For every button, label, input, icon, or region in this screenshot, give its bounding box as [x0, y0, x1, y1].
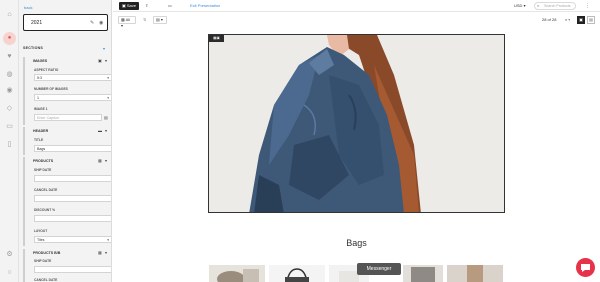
chat-bubble-icon	[581, 264, 590, 272]
chevron-down-icon: ▾	[107, 96, 109, 100]
product-thumbnail[interactable]	[403, 265, 443, 282]
preview-icon[interactable]: ◉	[99, 20, 103, 26]
product-thumbnail[interactable]	[209, 265, 265, 282]
single-view-button[interactable]: ▣	[577, 16, 585, 24]
layout-label: LAYOUT	[34, 229, 48, 233]
ship-date-input[interactable]	[34, 266, 111, 273]
presentation-title-box[interactable]: 2021 ✎ ◉	[23, 14, 108, 31]
tag-icon[interactable]: ◇	[5, 104, 14, 113]
ship-date-label: SHIP DATE	[34, 259, 52, 263]
user-icon[interactable]: ○	[5, 268, 14, 277]
exit-presentation-link[interactable]: Exit Presentation	[187, 2, 223, 10]
number-of-images-label: NUMBER OF IMAGES	[34, 87, 68, 91]
chat-icon[interactable]: ▭	[5, 122, 14, 131]
caption-input[interactable]: Enter Caption	[34, 114, 102, 121]
back-link[interactable]: back	[24, 5, 32, 10]
product-image	[447, 265, 503, 282]
presentation-title: 2021	[31, 20, 43, 26]
eye-icon[interactable]: ◉	[5, 86, 14, 95]
text-icon: ▬	[98, 128, 102, 133]
header-group-header[interactable]: HEADER	[33, 129, 48, 133]
products-group: PRODUCTS ▦ ▾ SHIP DATE CANCEL DATE DISCO…	[23, 157, 111, 246]
more-options-icon[interactable]: ⋮	[585, 2, 590, 10]
pdf-button[interactable]: ▭ PDF	[165, 2, 183, 16]
share-button[interactable]: ⇪ Share	[142, 2, 162, 16]
grid-view-button[interactable]: ▤	[587, 16, 595, 24]
save-button[interactable]: ▣ Save	[119, 2, 139, 10]
zoom-select[interactable]: ⌕ ▾	[565, 16, 570, 24]
product-image	[403, 265, 443, 282]
product-image	[209, 265, 265, 282]
image-icon: ▣	[98, 58, 102, 63]
collapse-icon[interactable]: ▾	[105, 58, 107, 63]
search-icon: ⌕	[537, 3, 540, 8]
home-icon[interactable]: ⌂	[5, 10, 14, 19]
trash-icon[interactable]: ▯	[5, 140, 14, 149]
product-image	[269, 265, 325, 282]
sort-icon[interactable]: ⇅	[143, 16, 146, 24]
products-bb-group-header[interactable]: PRODUCTS B/B	[33, 251, 60, 255]
search-placeholder: Search Products	[544, 4, 571, 8]
secondary-toolbar: ▦ All ▾ ⇅ ▤ ▾ 28 of 28 ⌕ ▾ ▣ ▤	[113, 12, 600, 29]
ship-date-input[interactable]	[34, 175, 111, 182]
cancel-date-label: CANCEL DATE	[34, 188, 58, 192]
aspect-ratio-value: 5:3	[37, 76, 42, 80]
title-input[interactable]: Bags	[34, 145, 111, 152]
images-group: IMAGES ▣ ▾ ASPECT RATIO 5:3 ▾ NUMBER OF I…	[23, 57, 111, 125]
collapse-icon[interactable]: ▾	[105, 128, 107, 133]
chevron-down-icon: ▾	[107, 76, 109, 80]
sections-expand-icon[interactable]: ▾	[103, 46, 105, 51]
app: ⌂ ● ♥ ◍ ◉ ◇ ▭ ▯ ⚙ ○ back 2021 ✎ ◉ SECTIO…	[0, 0, 600, 282]
globe-icon[interactable]: ◍	[5, 70, 14, 79]
image-upload-icon[interactable]: ▤	[104, 115, 108, 120]
layout-select[interactable]: Tiles ▾	[34, 236, 111, 243]
top-toolbar: ▣ Save ⇪ Share ▭ PDF Exit Presentation U…	[113, 0, 600, 16]
images-group-header[interactable]: IMAGES	[33, 59, 47, 63]
layout-options-select[interactable]: ▤ ▾	[153, 16, 167, 24]
icon-rail: ⌂ ● ♥ ◍ ◉ ◇ ▭ ▯ ⚙ ○	[0, 0, 19, 282]
products-icon: ▦	[98, 250, 102, 255]
chevron-down-icon: ▾	[107, 238, 109, 242]
sidebar: back 2021 ✎ ◉ SECTIONS ▾ IMAGES ▣ ▾ ASPE…	[19, 0, 112, 282]
discount-label: DISCOUNT %	[34, 208, 56, 212]
products-bb-group: PRODUCTS B/B ▦ ▾ SHIP DATE CANCEL DATE	[23, 249, 111, 282]
model-denim-jacket-photo	[209, 35, 504, 212]
ship-date-label: SHIP DATE	[34, 168, 52, 172]
collapse-icon[interactable]: ▾	[105, 158, 107, 163]
header-group: HEADER ▬ ▾ TITLE Bags	[23, 127, 111, 155]
filter-select[interactable]: ▦ All ▾	[118, 16, 136, 28]
slide-title: Bags	[346, 238, 367, 248]
number-of-images-select[interactable]: 1 ▾	[34, 94, 111, 101]
messenger-chat-button[interactable]	[576, 258, 595, 277]
presentation-icon[interactable]: ●	[3, 32, 16, 45]
slide-image-frame[interactable]: ▦▣	[208, 34, 505, 213]
messenger-tooltip: Messenger	[357, 263, 401, 275]
filter-value: All	[125, 17, 131, 22]
aspect-ratio-select[interactable]: 5:3 ▾	[34, 74, 111, 81]
collapse-icon[interactable]: ▾	[105, 250, 107, 255]
sections-heading: SECTIONS	[23, 46, 43, 50]
edit-icon[interactable]: ✎	[90, 20, 94, 26]
products-group-header[interactable]: PRODUCTS	[33, 159, 53, 163]
cancel-date-input[interactable]	[34, 195, 111, 202]
save-label: Save	[126, 3, 137, 8]
cancel-date-label: CANCEL DATE	[34, 278, 58, 282]
number-of-images-value: 1	[37, 96, 39, 100]
product-thumbnail[interactable]	[269, 265, 325, 282]
title-label: TITLE	[34, 138, 44, 142]
search-input[interactable]: ⌕ Search Products	[534, 2, 576, 10]
product-thumbnail[interactable]	[447, 265, 503, 282]
currency-select[interactable]: USD ▾	[514, 2, 526, 10]
layout-value: Tiles	[37, 238, 45, 242]
settings-icon[interactable]: ⚙	[5, 250, 14, 259]
currency-value: USD	[514, 3, 523, 8]
presentation-canvas: ▦▣ Bags Messenger	[113, 29, 600, 282]
products-icon: ▦	[98, 158, 102, 163]
image-controls-icon[interactable]: ▦▣	[209, 35, 224, 42]
aspect-ratio-label: ASPECT RATIO	[34, 68, 59, 72]
heart-icon[interactable]: ♥	[5, 52, 14, 61]
image-1-label: IMAGE 1	[34, 107, 48, 111]
page-indicator: 28 of 28	[542, 17, 557, 22]
discount-input[interactable]	[34, 215, 111, 222]
